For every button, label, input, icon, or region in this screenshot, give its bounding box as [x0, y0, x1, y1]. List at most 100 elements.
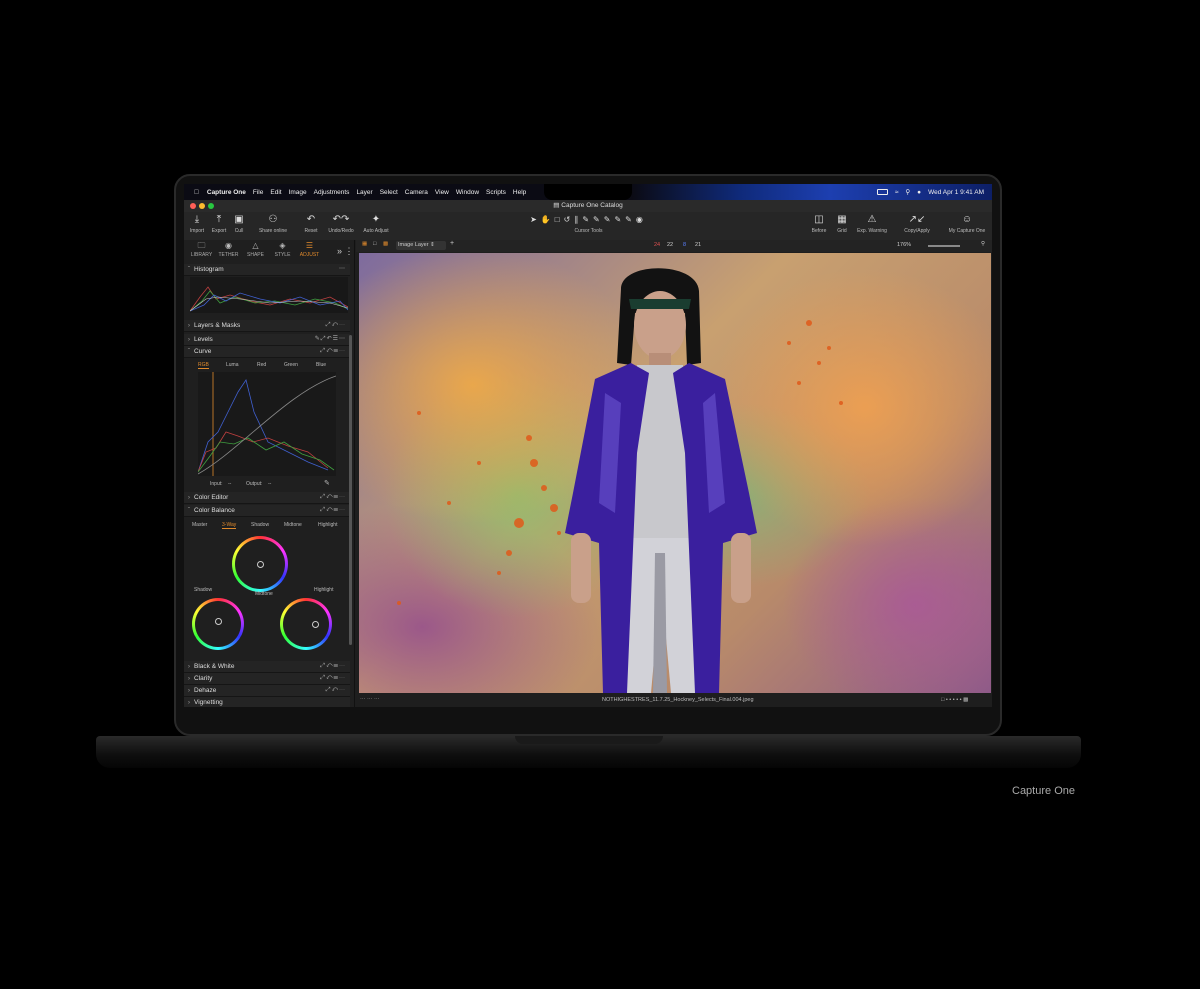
section-controls[interactable]: ⤢↶☰⋯	[320, 346, 346, 357]
copy-apply-icon: ↗↙	[908, 214, 926, 225]
battery-icon[interactable]	[876, 189, 888, 195]
chevron-right-icon: ›	[187, 494, 191, 501]
tab-shape[interactable]: △ SHAPE	[242, 240, 269, 262]
import-icon: ⤓	[194, 214, 200, 225]
menu-app[interactable]: Capture One	[207, 189, 246, 196]
menu-adjustments[interactable]: Adjustments	[314, 189, 350, 196]
portrait-photo	[397, 268, 843, 693]
menu-file[interactable]: File	[253, 189, 263, 196]
highlight-label: Highlight	[314, 587, 334, 593]
grid-button[interactable]: ▦ Grid	[834, 212, 850, 234]
more-tabs-icon[interactable]: » ⋮	[337, 240, 354, 262]
vignetting-header[interactable]: › Vignetting	[184, 697, 350, 707]
color-balance-header[interactable]: ˇ Color Balance ⤢↶☰⋯	[184, 505, 350, 517]
before-button[interactable]: ◫ Before	[808, 212, 830, 234]
curve-tab-rgb[interactable]: RGB	[198, 362, 209, 369]
layer-select[interactable]: Image Layer ⇕	[396, 241, 446, 250]
close-button[interactable]	[190, 203, 196, 209]
zoom-slider[interactable]	[928, 245, 960, 247]
cb-tab-shadow[interactable]: Shadow	[251, 522, 269, 528]
undo-redo-icon: ↶↷	[332, 214, 350, 225]
section-controls[interactable]: ⤢↶☰⋯	[320, 673, 346, 684]
cursor-tools[interactable]: ➤✋□↺∥✎✎✎✎✎◉ Cursor Tools	[476, 212, 701, 234]
single-view-icon[interactable]: □	[373, 241, 376, 247]
black-white-header[interactable]: › Black & White ⤢↶☰⋯	[184, 661, 350, 673]
curve-header[interactable]: ˇ Curve ⤢↶☰⋯	[184, 346, 350, 358]
minimize-button[interactable]	[199, 203, 205, 209]
curve-editor[interactable]	[197, 372, 337, 476]
cb-tab-3way[interactable]: 3-Way	[222, 522, 237, 529]
curve-tab-green[interactable]: Green	[284, 362, 298, 368]
section-controls[interactable]: ⤢↶☰⋯	[320, 661, 346, 672]
search-icon[interactable]: ⚲	[905, 188, 910, 196]
menu-help[interactable]: Help	[513, 189, 526, 196]
menu-scripts[interactable]: Scripts	[486, 189, 506, 196]
share-online-button[interactable]: ⚇ Share online	[256, 212, 290, 234]
menu-view[interactable]: View	[435, 189, 449, 196]
curve-output-label: Output:	[246, 481, 263, 487]
menu-window[interactable]: Window	[456, 189, 479, 196]
picker-icon[interactable]: ✎	[324, 479, 330, 487]
undo-redo-button[interactable]: ↶↷ Undo/Redo	[326, 212, 356, 234]
clock[interactable]: Wed Apr 1 9:41 AM	[928, 189, 984, 196]
exp-warning-button[interactable]: ⚠ Exp. Warning	[854, 212, 890, 234]
image-viewer[interactable]	[359, 253, 991, 693]
zoom-button[interactable]	[208, 203, 214, 209]
footer-left-controls[interactable]: ⋯ ⋯ ⋯	[360, 693, 380, 707]
clarity-header[interactable]: › Clarity ⤢↶☰⋯	[184, 673, 350, 685]
layers-masks-header[interactable]: › Layers & Masks ⤢↶⋯	[184, 320, 350, 332]
histogram-header[interactable]: ˇ Histogram ⋯	[184, 264, 350, 276]
tab-library[interactable]: 🗀 LIBRARY	[188, 240, 215, 262]
section-controls[interactable]: ⤢↶☰⋯	[320, 505, 346, 516]
rating-dots[interactable]: □ • • • • • ▩	[941, 693, 968, 707]
cb-tab-master[interactable]: Master	[192, 522, 207, 528]
menu-layer[interactable]: Layer	[356, 189, 372, 196]
cull-button[interactable]: ▣ Cull	[231, 212, 247, 234]
apple-menu-icon[interactable]: 	[194, 189, 199, 196]
section-controls[interactable]: ⤢↶☰⋯	[320, 492, 346, 503]
import-button[interactable]: ⤓ Import	[188, 212, 206, 234]
grid-view-icon[interactable]: ▦	[362, 241, 367, 247]
control-center-icon[interactable]: ●	[917, 189, 921, 196]
panel-scrollbar[interactable]	[349, 335, 352, 645]
dehaze-header[interactable]: › Dehaze ⤢↶⋯	[184, 685, 350, 697]
cb-tab-highlight[interactable]: Highlight	[318, 522, 337, 528]
section-controls[interactable]: ✎⤢↶☰⋯	[315, 334, 346, 345]
chevron-right-icon: ›	[187, 322, 191, 329]
export-button[interactable]: ⤒ Export	[208, 212, 230, 234]
section-controls[interactable]: ⤢↶⋯	[326, 685, 346, 696]
curve-graph	[197, 372, 337, 476]
curve-tab-luma[interactable]: Luma	[226, 362, 239, 368]
cb-tab-midtone[interactable]: Midtone	[284, 522, 302, 528]
more-icon[interactable]: ⋯	[339, 264, 346, 275]
curve-tab-blue[interactable]: Blue	[316, 362, 326, 368]
curve-tab-red[interactable]: Red	[257, 362, 266, 368]
shape-icon: △	[252, 241, 259, 250]
my-capture-one-button[interactable]: ☺ My Capture One	[946, 212, 988, 234]
cursor-tool-icons: ➤✋□↺∥✎✎✎✎✎◉	[530, 215, 647, 224]
copy-apply-button[interactable]: ↗↙ Copy/Apply	[900, 212, 934, 234]
menu-image[interactable]: Image	[289, 189, 307, 196]
search-icon[interactable]: ⚲	[981, 241, 985, 247]
tab-adjust[interactable]: ☰ ADJUST	[296, 240, 323, 262]
section-controls[interactable]: ⤢↶⋯	[326, 320, 346, 331]
auto-adjust-button[interactable]: ✦ Auto Adjust	[360, 212, 392, 234]
levels-header[interactable]: › Levels ✎⤢↶☰⋯	[184, 334, 350, 346]
highlight-color-wheel[interactable]	[280, 598, 332, 650]
window-controls	[190, 203, 214, 209]
color-editor-header[interactable]: › Color Editor ⤢↶☰⋯	[184, 492, 350, 504]
add-layer-icon[interactable]: +	[450, 240, 454, 247]
laptop-opening-notch	[515, 736, 663, 744]
tab-tether[interactable]: ◉ TETHER	[215, 240, 242, 262]
tab-style[interactable]: ◈ STYLE	[269, 240, 296, 262]
reset-button[interactable]: ↶ Reset	[302, 212, 320, 234]
shadow-color-wheel[interactable]	[192, 598, 244, 650]
menu-camera[interactable]: Camera	[405, 189, 428, 196]
wifi-icon[interactable]: ≈	[895, 189, 899, 196]
menu-edit[interactable]: Edit	[270, 189, 281, 196]
chevron-down-icon: ˇ	[187, 266, 191, 273]
zoom-level[interactable]: 176%	[897, 242, 911, 248]
menu-select[interactable]: Select	[380, 189, 398, 196]
compare-view-icon[interactable]: ▩	[383, 241, 388, 247]
midtone-color-wheel[interactable]	[232, 536, 288, 592]
